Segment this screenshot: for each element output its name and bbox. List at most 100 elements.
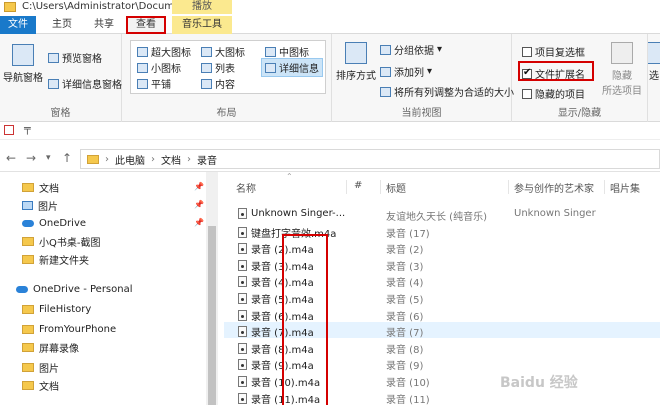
sidebar-item-folder[interactable]: 屏幕录像	[22, 338, 79, 356]
file-artist-cell: Unknown Singer	[514, 208, 596, 219]
layout-gallery: 超大图标 大图标 中图标 小图标 列表 详细信息 平铺 内容	[130, 40, 326, 94]
sidebar-item-folder[interactable]: FromYourPhone	[22, 320, 116, 338]
onedrive-cloud-icon	[16, 285, 28, 293]
navigation-pane: 文档 📌 图片 📌 OneDrive 📌 小Q书桌-截图 新建文件夹 OneDr…	[0, 172, 218, 405]
ribbon-tabs: 文件 主页 共享 查看 音乐工具	[0, 16, 660, 34]
list-icon	[201, 62, 212, 73]
tab-home[interactable]: 主页	[40, 16, 84, 34]
checkbox-icon	[522, 46, 532, 57]
file-title-cell: 录音 (3)	[386, 261, 424, 273]
audio-file-icon	[238, 309, 247, 321]
details-pane-button[interactable]: 详细信息窗格	[48, 76, 122, 91]
tab-file[interactable]: 文件	[0, 16, 36, 34]
size-all-columns-button[interactable]: 将所有列调整为合适的大小	[380, 84, 514, 99]
add-columns-button[interactable]: 添加列 ▾	[380, 64, 432, 79]
sidebar-item-folder[interactable]: 小Q书桌-截图	[22, 232, 100, 250]
file-title-cell: 录音 (2)	[386, 245, 424, 257]
layout-small-icons[interactable]: 小图标	[137, 60, 181, 75]
audio-file-icon	[238, 276, 247, 288]
audio-file-icon	[238, 342, 247, 354]
options-icon	[648, 42, 660, 64]
audio-file-icon	[238, 359, 247, 371]
file-title-cell: 录音 (5)	[386, 295, 424, 306]
hide-selected-button[interactable]: 隐藏 所选项目	[600, 42, 644, 97]
breadcrumb-this-pc[interactable]: 此电脑	[115, 152, 145, 167]
layout-content[interactable]: 内容	[201, 76, 235, 91]
sort-icon	[345, 42, 367, 64]
column-header-number[interactable]: #	[354, 180, 362, 191]
column-divider[interactable]	[604, 180, 605, 194]
item-checkboxes-toggle[interactable]: 项目复选框	[522, 44, 585, 59]
group-label-show-hide: 显示/隐藏	[557, 108, 602, 119]
column-divider[interactable]	[380, 180, 381, 194]
options-button[interactable]: 选	[648, 42, 660, 82]
sidebar-item-pictures[interactable]: 图片	[22, 196, 58, 214]
qat-dropdown-icon[interactable]: ╤	[24, 122, 31, 135]
tab-share[interactable]: 共享	[84, 16, 124, 34]
nav-pane-button[interactable]: 导航窗格	[2, 44, 44, 84]
context-tab-play[interactable]: 播放	[172, 0, 232, 14]
column-header-artist[interactable]: 参与创作的艺术家	[514, 180, 594, 195]
sidebar-item-documents[interactable]: 文档	[22, 178, 59, 196]
audio-file-icon	[238, 392, 247, 404]
sort-up-icon: ⌃	[286, 172, 293, 181]
sidebar-scrollbar[interactable]	[206, 172, 218, 405]
tab-music-tools[interactable]: 音乐工具	[172, 16, 232, 34]
preview-pane-icon	[48, 52, 59, 63]
sidebar-item-folder[interactable]: 新建文件夹	[22, 250, 89, 268]
column-header-title[interactable]: 标题	[386, 180, 406, 195]
pin-icon: 📌	[194, 200, 204, 209]
checkbox-icon[interactable]	[4, 125, 14, 135]
folder-icon	[22, 324, 34, 334]
chevron-right-icon: ›	[151, 153, 155, 165]
sidebar-item-folder[interactable]: 文档	[22, 376, 59, 394]
forward-arrow-icon[interactable]: →	[26, 151, 36, 165]
group-label-layout: 布局	[216, 108, 237, 119]
sidebar-item-folder[interactable]: 图片	[22, 358, 59, 376]
details-pane-icon	[48, 78, 59, 89]
group-by-button[interactable]: 分组依据 ▾	[380, 42, 442, 57]
hidden-items-toggle[interactable]: 隐藏的项目	[522, 86, 585, 101]
layout-extra-large-icons[interactable]: 超大图标	[137, 44, 191, 59]
layout-list[interactable]: 列表	[201, 60, 235, 75]
highlight-box	[518, 61, 594, 81]
watermark-text: Baidu 经验	[500, 375, 578, 391]
group-label-panes: 窗格	[50, 108, 71, 119]
file-title-cell: 录音 (10)	[386, 378, 430, 389]
content-icon	[201, 78, 212, 89]
chevron-right-icon: ›	[187, 153, 191, 165]
up-arrow-icon[interactable]: ↑	[62, 151, 72, 165]
column-header-album[interactable]: 唱片集	[610, 180, 640, 195]
table-row[interactable]: Unknown Singer-... 友谊地久天长 (纯音乐) Unknown Si…	[224, 206, 660, 223]
folder-icon	[22, 380, 34, 390]
sidebar-item-onedrive[interactable]: OneDrive	[22, 214, 86, 232]
column-header-name[interactable]: 名称	[236, 180, 256, 195]
chevron-right-icon: ›	[105, 153, 109, 165]
quick-access-toolbar: ╤	[0, 122, 660, 140]
layout-tiles[interactable]: 平铺	[137, 76, 171, 91]
layout-details[interactable]: 详细信息	[261, 58, 323, 77]
column-divider[interactable]	[346, 180, 347, 194]
scrollbar-thumb[interactable]	[208, 226, 216, 405]
small-icons-icon	[137, 62, 148, 73]
file-title-cell: 录音 (7)	[386, 328, 424, 340]
preview-pane-button[interactable]: 预览窗格	[48, 50, 102, 65]
audio-file-icon	[238, 259, 247, 271]
group-panes: 导航窗格 预览窗格 详细信息窗格 窗格	[0, 34, 122, 122]
column-divider[interactable]	[508, 180, 509, 194]
back-arrow-icon[interactable]: ←	[6, 151, 16, 165]
tab-view[interactable]: 查看	[126, 16, 166, 34]
breadcrumb-recordings[interactable]: 录音	[197, 152, 217, 167]
audio-file-icon	[238, 293, 247, 304]
sidebar-item-folder[interactable]: FileHistory	[22, 300, 91, 318]
layout-medium-icons[interactable]: 中图标	[265, 44, 309, 59]
address-path[interactable]: › 此电脑 › 文档 › 录音	[80, 149, 660, 169]
recent-dropdown-icon[interactable]: ▾	[46, 153, 51, 163]
breadcrumb-documents[interactable]: 文档	[161, 152, 181, 167]
group-label-current-view: 当前视图	[401, 108, 442, 119]
layout-large-icons[interactable]: 大图标	[201, 44, 245, 59]
folder-icon	[4, 2, 16, 12]
sort-by-button[interactable]: 排序方式	[334, 42, 378, 82]
file-list: ⌃ 名称 # 标题 参与创作的艺术家 唱片集 Unknown Singer-..…	[224, 172, 660, 405]
sidebar-item-onedrive-personal[interactable]: OneDrive - Personal	[16, 280, 133, 298]
